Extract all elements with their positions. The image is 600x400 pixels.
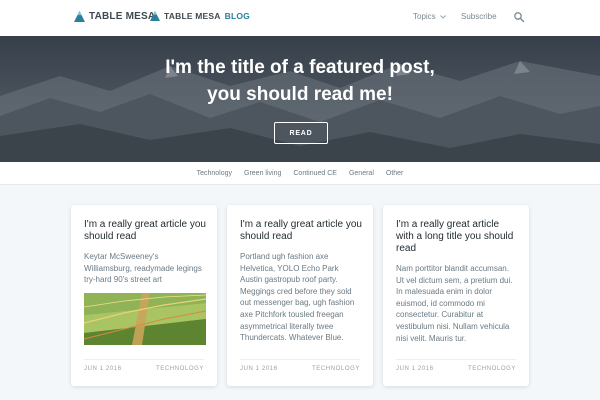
category-other[interactable]: Other (386, 170, 404, 177)
article-date: JUN 1 2016 (396, 366, 434, 372)
featured-title-line-1: I'm the title of a featured post, (165, 57, 435, 78)
vineyard-image (84, 293, 206, 345)
article-meta: JUN 1 2016 TECHNOLOGY (84, 359, 204, 378)
article-meta: JUN 1 2016 TECHNOLOGY (396, 359, 516, 378)
article-title[interactable]: I'm a really great article you should re… (240, 219, 362, 243)
article-excerpt: Keytar McSweeney's Williamsburg, readyma… (84, 252, 202, 285)
article-title[interactable]: I'm a really great article with a long t… (396, 219, 518, 255)
article-card[interactable]: I'm a really great article with a long t… (383, 205, 529, 386)
chevron-down-icon (439, 14, 446, 19)
article-category[interactable]: TECHNOLOGY (312, 366, 360, 378)
article-title[interactable]: I'm a really great article you should re… (84, 219, 206, 243)
category-technology[interactable]: Technology (197, 170, 232, 177)
blog-brand-name: TABLE MESA (164, 11, 221, 21)
category-continued-ce[interactable]: Continued CE (293, 170, 337, 177)
featured-title-line-2: you should read me! (207, 84, 393, 105)
category-filter-bar: Technology Green living Continued CE Gen… (0, 162, 600, 185)
article-date: JUN 1 2016 (84, 366, 122, 372)
topics-dropdown[interactable]: Topics (413, 12, 446, 21)
category-general[interactable]: General (349, 170, 374, 177)
subscribe-link[interactable]: Subscribe (461, 12, 497, 21)
article-category[interactable]: TECHNOLOGY (156, 366, 204, 378)
article-category[interactable]: TECHNOLOGY (468, 366, 516, 378)
brand-name: TABLE MESA (89, 11, 156, 22)
search-icon[interactable] (513, 11, 525, 23)
featured-post-hero: I'm the title of a featured post, you sh… (0, 36, 600, 162)
article-excerpt: Nam porttitor blandit accumsan. Ut vel d… (396, 264, 513, 343)
article-excerpt: Portland ugh fashion axe Helvetica, YOLO… (240, 252, 355, 343)
category-green-living[interactable]: Green living (244, 170, 281, 177)
blog-brand-link[interactable]: TABLE MESA BLOG (150, 11, 250, 21)
featured-post-title: I'm the title of a featured post, you sh… (0, 54, 600, 108)
topics-label: Topics (413, 12, 436, 21)
article-card[interactable]: I'm a really great article you should re… (227, 205, 373, 386)
article-meta: JUN 1 2016 TECHNOLOGY (240, 359, 360, 378)
brand-logo-link[interactable]: TABLE MESA (74, 11, 155, 22)
blog-brand-suffix: BLOG (224, 11, 250, 21)
article-date: JUN 1 2016 (240, 366, 278, 372)
mountain-logo-icon (74, 11, 85, 22)
article-card[interactable]: I'm a really great article you should re… (71, 205, 217, 386)
read-button[interactable]: READ (274, 122, 328, 144)
top-navigation-bar: TABLE MESA TABLE MESA BLOG Topics Subscr… (0, 0, 600, 37)
mountain-logo-icon (150, 11, 160, 21)
